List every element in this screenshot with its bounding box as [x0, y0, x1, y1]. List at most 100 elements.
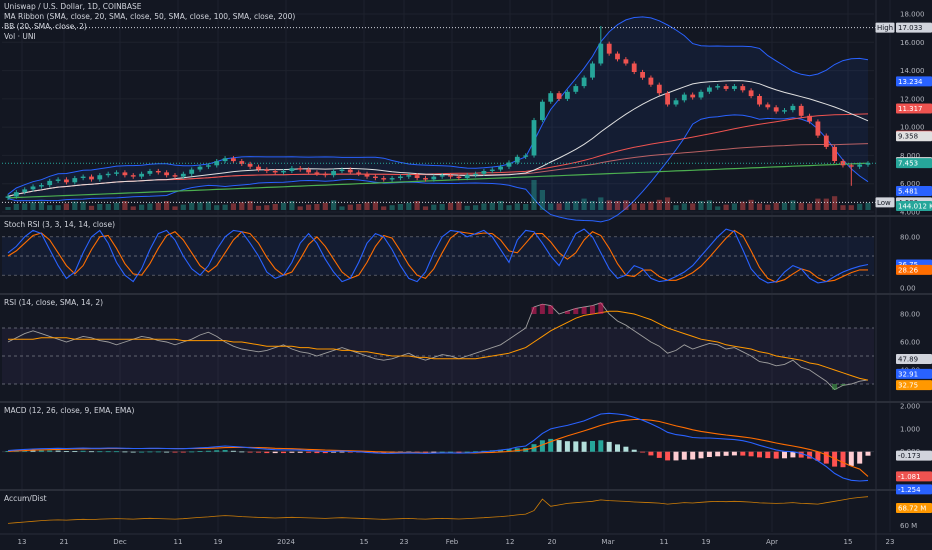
candle-body[interactable]: [498, 166, 503, 170]
volume-bar[interactable]: [514, 203, 520, 210]
macd-legend[interactable]: MACD (12, 26, close, 9, EMA, EMA): [4, 406, 134, 416]
candle-body[interactable]: [264, 169, 270, 171]
price-legend[interactable]: Uniswap / U.S. Dollar, 1D, COINBASE MA R…: [4, 2, 295, 42]
candle-body[interactable]: [665, 93, 670, 105]
volume-bar[interactable]: [414, 201, 420, 210]
candle-body[interactable]: [823, 135, 829, 147]
volume-bar[interactable]: [389, 205, 395, 210]
volume-bar[interactable]: [832, 196, 838, 210]
macd-histogram-bar[interactable]: [590, 441, 595, 452]
volume-bar[interactable]: [339, 206, 345, 210]
volume-bar[interactable]: [122, 201, 128, 210]
macd-histogram-bar[interactable]: [289, 451, 295, 453]
volume-bar[interactable]: [172, 206, 178, 210]
volume-bar[interactable]: [47, 205, 53, 210]
volume-bar[interactable]: [598, 197, 604, 210]
volume-bar[interactable]: [523, 204, 529, 210]
macd-histogram-bar[interactable]: [172, 451, 178, 453]
macd-histogram-bar[interactable]: [55, 450, 61, 452]
macd-histogram-bar[interactable]: [665, 451, 671, 461]
macd-histogram-bar[interactable]: [189, 451, 195, 453]
candle-body[interactable]: [540, 101, 545, 121]
volume-bar[interactable]: [665, 197, 671, 210]
candle-body[interactable]: [523, 155, 529, 157]
candle-body[interactable]: [615, 53, 620, 60]
macd-histogram-bar[interactable]: [782, 451, 787, 459]
candle-body[interactable]: [364, 173, 370, 177]
volume-bar[interactable]: [447, 202, 454, 210]
macd-histogram-bar[interactable]: [581, 441, 587, 452]
macd-histogram-bar[interactable]: [656, 451, 662, 458]
volume-bar[interactable]: [406, 202, 412, 210]
candle-body[interactable]: [640, 72, 645, 78]
macd-histogram-bar[interactable]: [230, 450, 236, 452]
volume-legend[interactable]: Vol · UNI: [4, 32, 295, 42]
candle-body[interactable]: [548, 93, 554, 102]
candle-body[interactable]: [272, 171, 278, 173]
candle-body[interactable]: [231, 158, 236, 162]
candle-body[interactable]: [631, 63, 637, 73]
volume-bar[interactable]: [239, 202, 245, 210]
volume-bar[interactable]: [556, 203, 562, 210]
candle-body[interactable]: [172, 175, 178, 177]
volume-bar[interactable]: [606, 200, 612, 210]
volume-bar[interactable]: [681, 203, 687, 210]
volume-bar[interactable]: [13, 204, 19, 210]
candle-body[interactable]: [381, 178, 387, 180]
candle-body[interactable]: [314, 172, 320, 174]
volume-bar[interactable]: [723, 204, 729, 210]
candle-body[interactable]: [598, 43, 604, 64]
volume-bar[interactable]: [748, 199, 754, 210]
macd-histogram-bar[interactable]: [47, 450, 53, 452]
macd-histogram-bar[interactable]: [164, 451, 170, 453]
candle-body[interactable]: [782, 110, 787, 112]
macd-histogram-bar[interactable]: [564, 441, 570, 452]
candle-body[interactable]: [139, 173, 144, 177]
volume-bar[interactable]: [297, 206, 303, 210]
candle-body[interactable]: [55, 179, 61, 181]
volume-bar[interactable]: [30, 202, 36, 210]
volume-bar[interactable]: [5, 207, 11, 210]
volume-bar[interactable]: [55, 205, 61, 210]
candle-body[interactable]: [456, 176, 462, 178]
macd-histogram-bar[interactable]: [214, 450, 220, 452]
macd-histogram-bar[interactable]: [139, 451, 145, 453]
volume-bar[interactable]: [464, 205, 470, 210]
volume-bar[interactable]: [113, 202, 120, 210]
macd-histogram-bar[interactable]: [615, 444, 620, 452]
candle-body[interactable]: [30, 186, 36, 190]
volume-bar[interactable]: [230, 203, 236, 210]
macd-histogram-bar[interactable]: [205, 450, 211, 452]
candle-body[interactable]: [573, 86, 579, 92]
candle-body[interactable]: [339, 169, 345, 171]
volume-bar[interactable]: [356, 204, 362, 210]
volume-bar[interactable]: [255, 205, 262, 210]
candle-body[interactable]: [389, 178, 395, 180]
volume-bar[interactable]: [690, 203, 696, 210]
candle-body[interactable]: [256, 166, 261, 170]
candle-body[interactable]: [64, 179, 69, 183]
volume-bar[interactable]: [790, 200, 796, 210]
candle-body[interactable]: [22, 189, 28, 193]
candle-body[interactable]: [715, 86, 721, 88]
volume-bar[interactable]: [623, 200, 629, 210]
macd-histogram-bar[interactable]: [197, 451, 203, 452]
volume-bar[interactable]: [656, 199, 662, 210]
volume-bar[interactable]: [306, 204, 312, 210]
volume-bar[interactable]: [139, 204, 145, 210]
ma-ribbon-legend[interactable]: MA Ribbon (SMA, close, 20, SMA, close, 5…: [4, 12, 295, 22]
candle-body[interactable]: [656, 84, 662, 94]
volume-bar[interactable]: [214, 205, 220, 210]
volume-bar[interactable]: [97, 204, 103, 210]
stoch-rsi-pane[interactable]: [2, 228, 874, 284]
candle-body[interactable]: [105, 173, 111, 176]
candle-body[interactable]: [723, 86, 729, 89]
volume-bar[interactable]: [180, 204, 186, 210]
candle-body[interactable]: [281, 171, 286, 173]
candle-body[interactable]: [681, 94, 687, 101]
candle-body[interactable]: [740, 86, 746, 91]
macd-histogram-bar[interactable]: [740, 451, 746, 456]
macd-histogram-bar[interactable]: [264, 451, 270, 454]
volume-bar[interactable]: [222, 204, 228, 210]
candle-body[interactable]: [590, 63, 595, 78]
